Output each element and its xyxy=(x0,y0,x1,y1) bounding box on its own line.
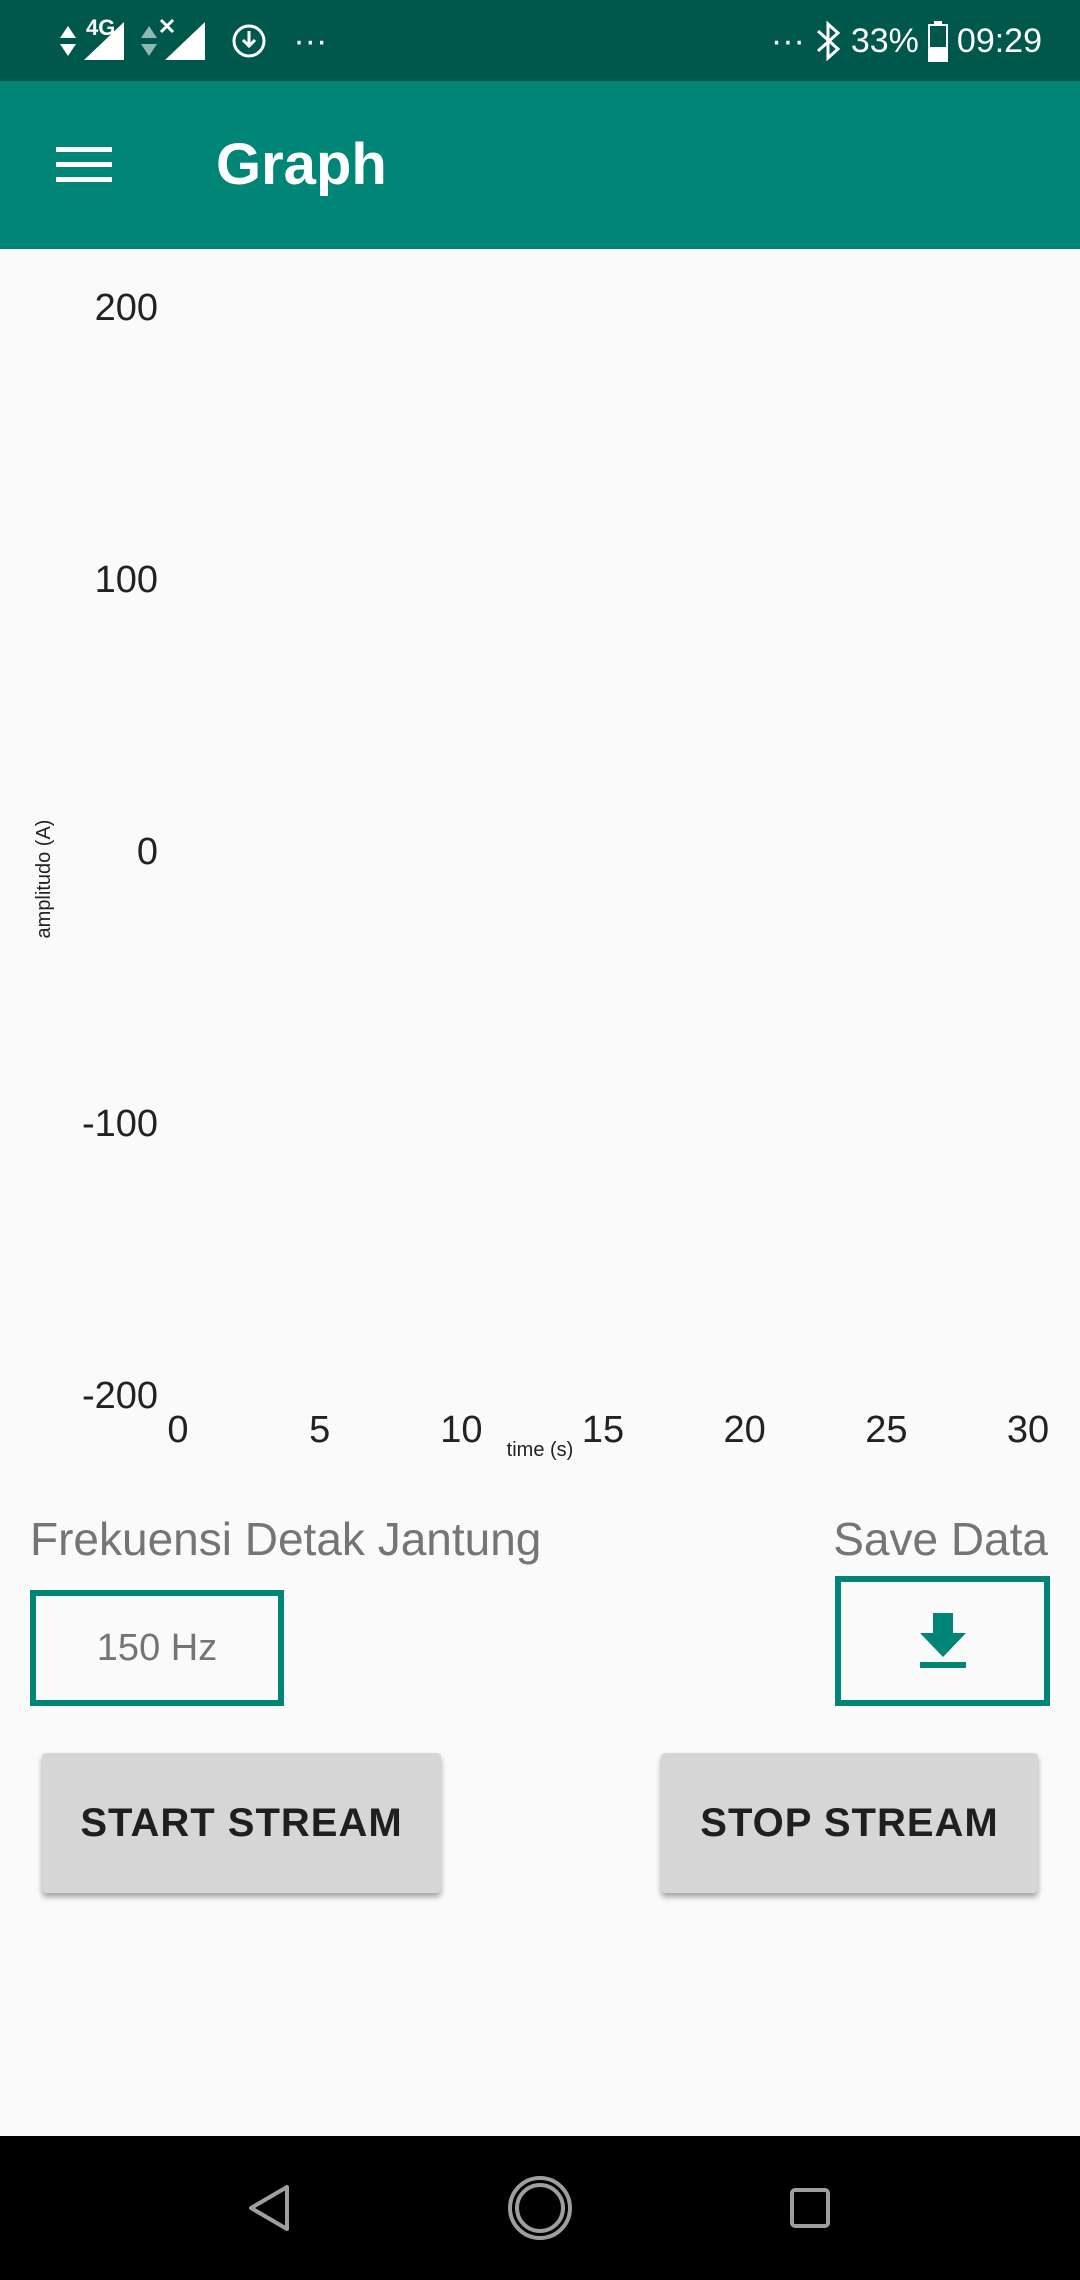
x-tick-label: 30 xyxy=(1007,1409,1049,1451)
y-axis-label: amplitudo (A) xyxy=(33,820,55,939)
menu-icon[interactable] xyxy=(40,125,128,205)
x-tick-label: 25 xyxy=(865,1409,907,1451)
y-tick-label: 200 xyxy=(95,287,158,329)
status-left: 4G ··· xyxy=(58,15,328,64)
download-sync-icon xyxy=(232,24,266,58)
clock: 09:29 xyxy=(956,21,1042,60)
stop-stream-button[interactable]: STOP STREAM xyxy=(661,1753,1038,1893)
recents-square-icon xyxy=(790,2188,830,2228)
x-tick-label: 15 xyxy=(582,1409,624,1451)
more-icons: ··· xyxy=(770,21,805,60)
amplitude-graph[interactable]: 200 100 0 -100 -200 0 5 10 15 20 25 30 time (s) ampli… xyxy=(0,249,1080,1479)
y-tick-label: 100 xyxy=(95,559,158,601)
app-bar: Graph xyxy=(0,81,1080,249)
graph-canvas: 2001000-100-2000 5 10 15 20 25 30time (s)ampli… xyxy=(33,287,1049,1461)
heart-rate-value: 150 Hz xyxy=(30,1590,284,1706)
x-tick-label: 10 xyxy=(440,1409,482,1451)
nav-recents-button[interactable] xyxy=(750,2136,870,2280)
y-tick-label: -200 xyxy=(82,1375,158,1417)
status-bar: 4G ··· ··· 33% 09:29 xyxy=(0,0,1080,81)
download-icon xyxy=(919,1613,966,1668)
save-data-button[interactable] xyxy=(835,1576,1050,1706)
navigation-bar xyxy=(0,2136,1080,2280)
y-tick-label: 0 xyxy=(137,831,158,873)
more-notifications: ··· xyxy=(293,21,328,60)
status-right: ··· 33% 09:29 xyxy=(771,18,1042,64)
bluetooth-icon xyxy=(816,20,841,62)
nav-home-button[interactable] xyxy=(480,2136,600,2280)
start-stream-button[interactable]: START STREAM xyxy=(42,1753,441,1893)
back-triangle-icon xyxy=(249,2185,289,2231)
home-circle-icon xyxy=(508,2176,572,2240)
signal-no-sim-icon xyxy=(141,18,206,60)
heart-rate-label: Frekuensi Detak Jantung xyxy=(30,1513,542,1565)
battery-icon xyxy=(927,21,948,62)
x-tick-label: 5 xyxy=(309,1409,330,1451)
x-tick-label: 0 xyxy=(167,1409,188,1451)
x-tick-label: 20 xyxy=(724,1409,766,1451)
page-title: Graph xyxy=(216,132,387,197)
save-data-label: Save Data xyxy=(833,1513,1048,1565)
network-type: 4G xyxy=(86,15,116,40)
nav-back-button[interactable] xyxy=(210,2136,330,2280)
x-axis-label: time (s) xyxy=(507,1439,574,1461)
y-tick-label: -100 xyxy=(82,1103,158,1145)
battery-percent: 33% xyxy=(850,21,919,60)
